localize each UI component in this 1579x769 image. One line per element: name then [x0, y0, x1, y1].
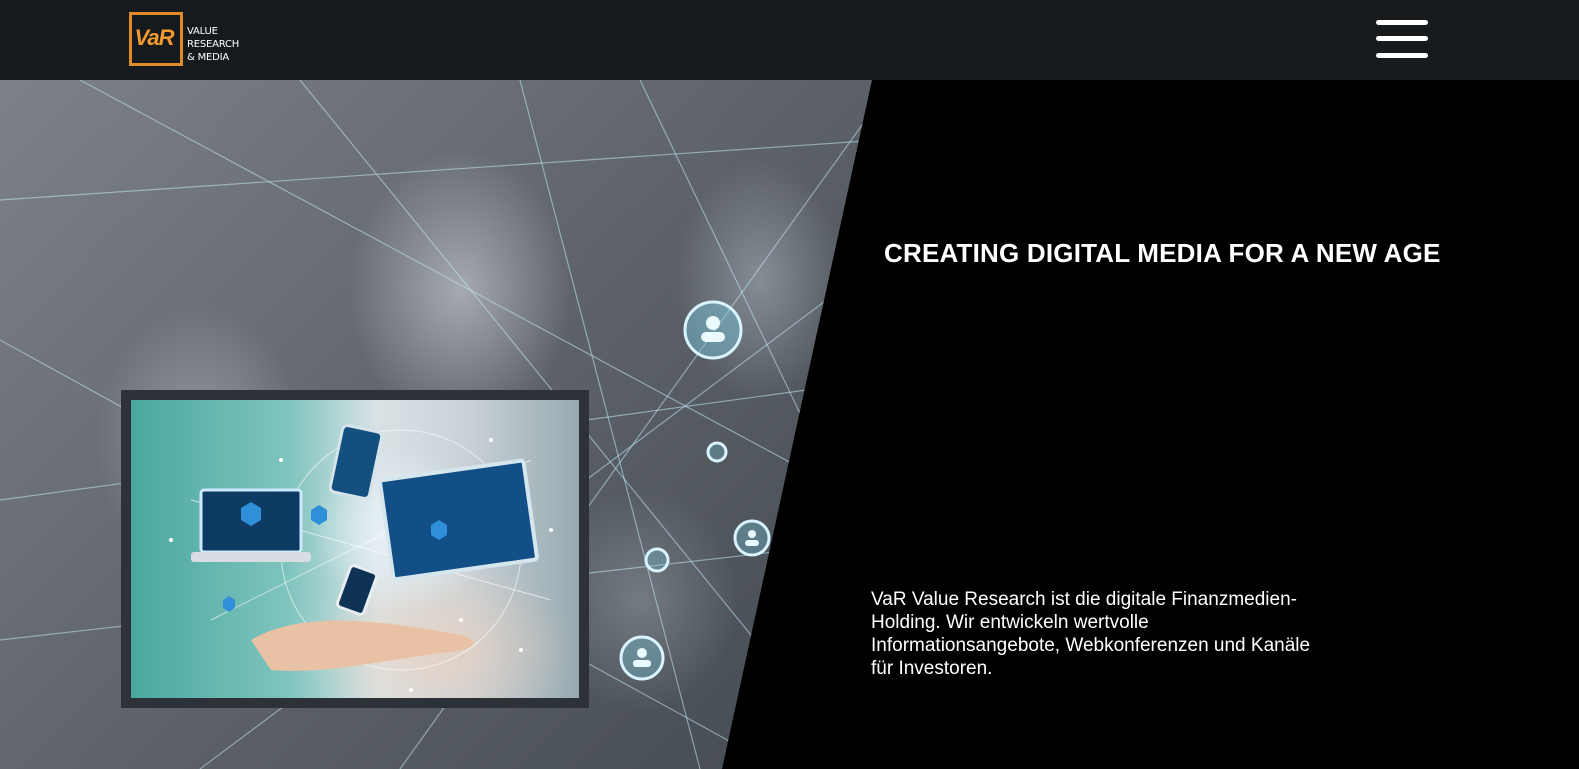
menu-bar-middle: [1376, 36, 1428, 41]
hero-background-photo: [0, 80, 872, 769]
logo-monogram: VaR: [134, 25, 175, 50]
hero-description: VaR Value Research ist die digitale Fina…: [871, 589, 1311, 679]
hero-headline: CREATING DIGITAL MEDIA FOR A NEW AGE: [884, 238, 1441, 268]
menu-bar-top: [1376, 20, 1428, 25]
logo-wordmark: VALUE RESEARCH & MEDIA: [187, 25, 267, 64]
hamburger-menu-icon[interactable]: [1376, 18, 1428, 60]
hero-section: CREATING DIGITAL MEDIA FOR A NEW AGE VaR…: [0, 80, 1579, 769]
company-logo[interactable]: VaR VALUE RESEARCH & MEDIA: [129, 12, 259, 68]
digital-devices-image: [131, 400, 579, 698]
logo-line-3: & MEDIA: [187, 52, 230, 63]
logo-line-2: RESEARCH: [187, 39, 240, 50]
menu-bar-bottom: [1376, 53, 1428, 58]
top-navigation-bar: VaR VALUE RESEARCH & MEDIA: [0, 0, 1579, 80]
logo-line-1: VALUE: [187, 26, 218, 37]
devices-illustration: [169, 424, 553, 692]
digital-devices-image-frame: [121, 390, 589, 708]
